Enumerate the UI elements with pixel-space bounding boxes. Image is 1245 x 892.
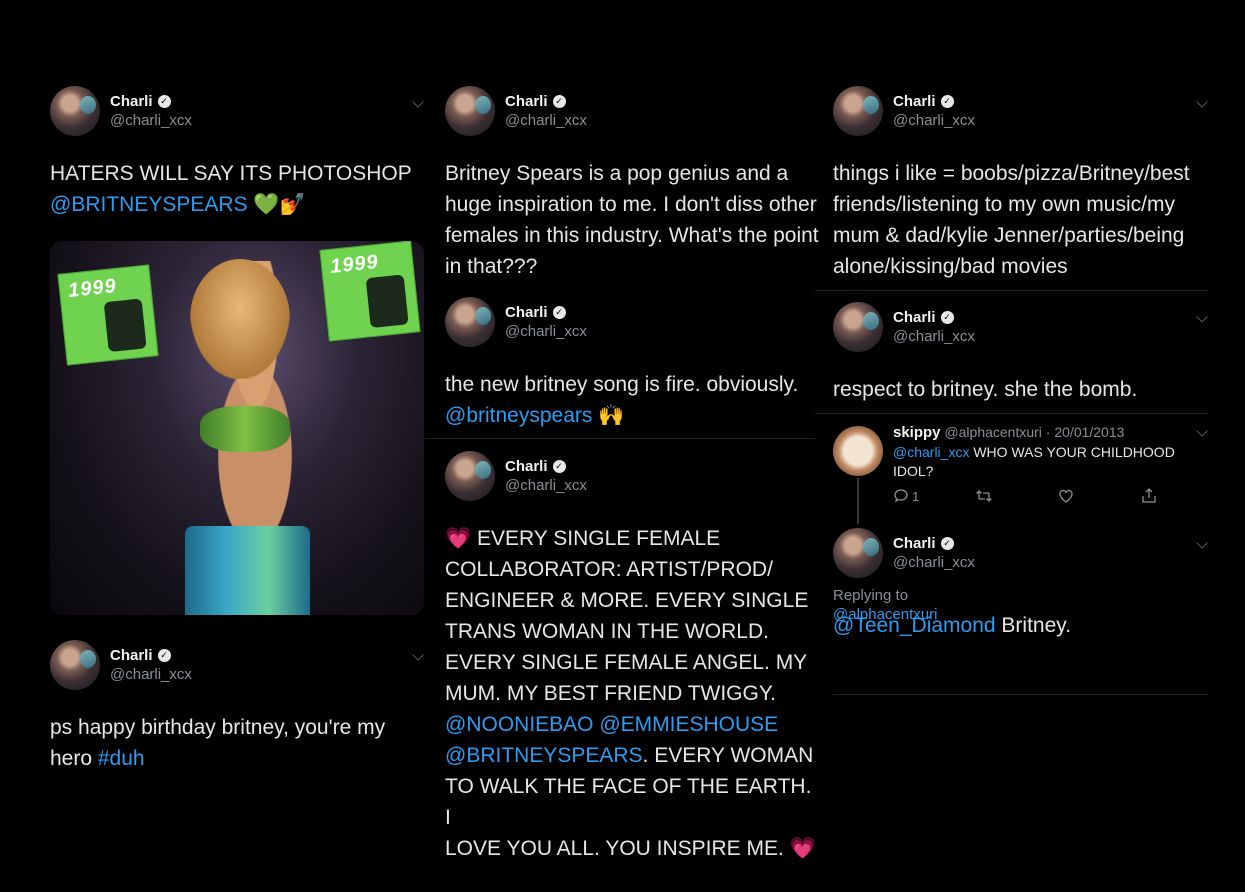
avatar[interactable] — [833, 302, 883, 352]
emoji: 💚💅 — [253, 193, 306, 216]
divider — [425, 438, 815, 439]
photo-hair — [190, 259, 290, 379]
verified-icon: ✓ — [552, 460, 566, 473]
avatar[interactable] — [833, 528, 883, 578]
album-cover-left: 1999 — [57, 264, 159, 366]
photo-top — [200, 406, 290, 452]
avatar[interactable] — [833, 426, 883, 476]
user-name[interactable]: Charli — [110, 647, 153, 664]
verified-icon: ✓ — [940, 311, 954, 324]
avatar[interactable] — [445, 451, 495, 501]
user-handle[interactable]: @charli_xcx — [110, 112, 192, 129]
avatar[interactable] — [445, 297, 495, 347]
reply-header: skippy @alphacentxuri · 20/01/2013 — [893, 423, 1124, 442]
reply-icon[interactable] — [893, 488, 909, 504]
verified-icon: ✓ — [157, 649, 171, 662]
user-name[interactable]: Charli — [893, 535, 936, 552]
user-handle[interactable]: @charli_xcx — [505, 323, 587, 340]
user-name[interactable]: Charli — [505, 458, 548, 475]
mention-link[interactable]: @britneyspears — [445, 404, 592, 427]
chevron-down-icon[interactable] — [1196, 425, 1208, 437]
user-handle[interactable]: @charli_xcx — [893, 554, 975, 571]
thread-line — [857, 478, 859, 524]
retweet-icon[interactable] — [975, 488, 993, 504]
verified-icon: ✓ — [940, 537, 954, 550]
user-handle[interactable]: @charli_xcx — [505, 112, 587, 129]
emoji: 🙌 — [598, 404, 625, 427]
user-name[interactable]: Charli — [505, 304, 548, 321]
tweet-text: @Teen_Diamond Britney. — [833, 614, 1072, 637]
tweet-photo[interactable]: 1999 1999 — [50, 241, 424, 615]
mention-link[interactable]: @BRITNEYSPEARS — [445, 744, 643, 767]
chevron-down-icon[interactable] — [412, 649, 424, 661]
user-name[interactable]: Charli — [893, 93, 936, 110]
reply-handle-date[interactable]: @alphacentxuri · 20/01/2013 — [944, 424, 1124, 440]
user-name[interactable]: Charli — [110, 93, 153, 110]
chevron-down-icon[interactable] — [1196, 96, 1208, 108]
photo-skirt — [185, 526, 310, 615]
chevron-down-icon[interactable] — [412, 96, 424, 108]
verified-icon: ✓ — [552, 306, 566, 319]
user-handle[interactable]: @charli_xcx — [110, 666, 192, 683]
album-cover-right: 1999 — [319, 241, 421, 342]
divider — [815, 290, 1208, 291]
tweet-text: respect to britney. she the bomb. — [833, 378, 1138, 401]
like-icon[interactable] — [1058, 488, 1074, 504]
tweet-text: the new britney song is fire. obviously.… — [445, 373, 799, 427]
tweet-text: ps happy birthday britney, you're my her… — [50, 716, 386, 770]
reply-count: 1 — [912, 489, 920, 504]
mention-links[interactable]: @NOONIEBAO @EMMIESHOUSE — [445, 709, 820, 740]
share-icon[interactable] — [1141, 487, 1157, 504]
avatar[interactable] — [50, 86, 100, 136]
tweet-text: HATERS WILL SAY ITS PHOTOSHOP @BRITNEYSP… — [50, 162, 412, 216]
mention-link[interactable]: @Teen_Diamond — [833, 614, 996, 637]
verified-icon: ✓ — [552, 95, 566, 108]
reply-user-name[interactable]: skippy — [893, 424, 941, 441]
mention-link[interactable]: @BRITNEYSPEARS — [50, 193, 248, 216]
divider — [815, 413, 1208, 414]
mention-link[interactable]: @charli_xcx — [893, 444, 969, 460]
avatar[interactable] — [445, 86, 495, 136]
verified-icon: ✓ — [157, 95, 171, 108]
hashtag-link[interactable]: #duh — [98, 747, 145, 770]
divider — [833, 694, 1208, 695]
user-handle[interactable]: @charli_xcx — [893, 328, 975, 345]
tweet-text: 💗 EVERY SINGLE FEMALE COLLABORATOR: ARTI… — [445, 523, 820, 864]
chevron-down-icon[interactable] — [1196, 311, 1208, 323]
reply-text: @charli_xcx WHO WAS YOUR CHILDHOOD IDOL? — [893, 444, 1175, 479]
user-handle[interactable]: @charli_xcx — [893, 112, 975, 129]
avatar[interactable] — [833, 86, 883, 136]
chevron-down-icon[interactable] — [1196, 537, 1208, 549]
user-handle[interactable]: @charli_xcx — [505, 477, 587, 494]
tweet-text: Britney Spears is a pop genius and a hug… — [445, 162, 819, 278]
user-name[interactable]: Charli — [505, 93, 548, 110]
tweet-text: things i like = boobs/pizza/Britney/best… — [833, 162, 1190, 278]
verified-icon: ✓ — [940, 95, 954, 108]
user-name[interactable]: Charli — [893, 309, 936, 326]
avatar[interactable] — [50, 640, 100, 690]
